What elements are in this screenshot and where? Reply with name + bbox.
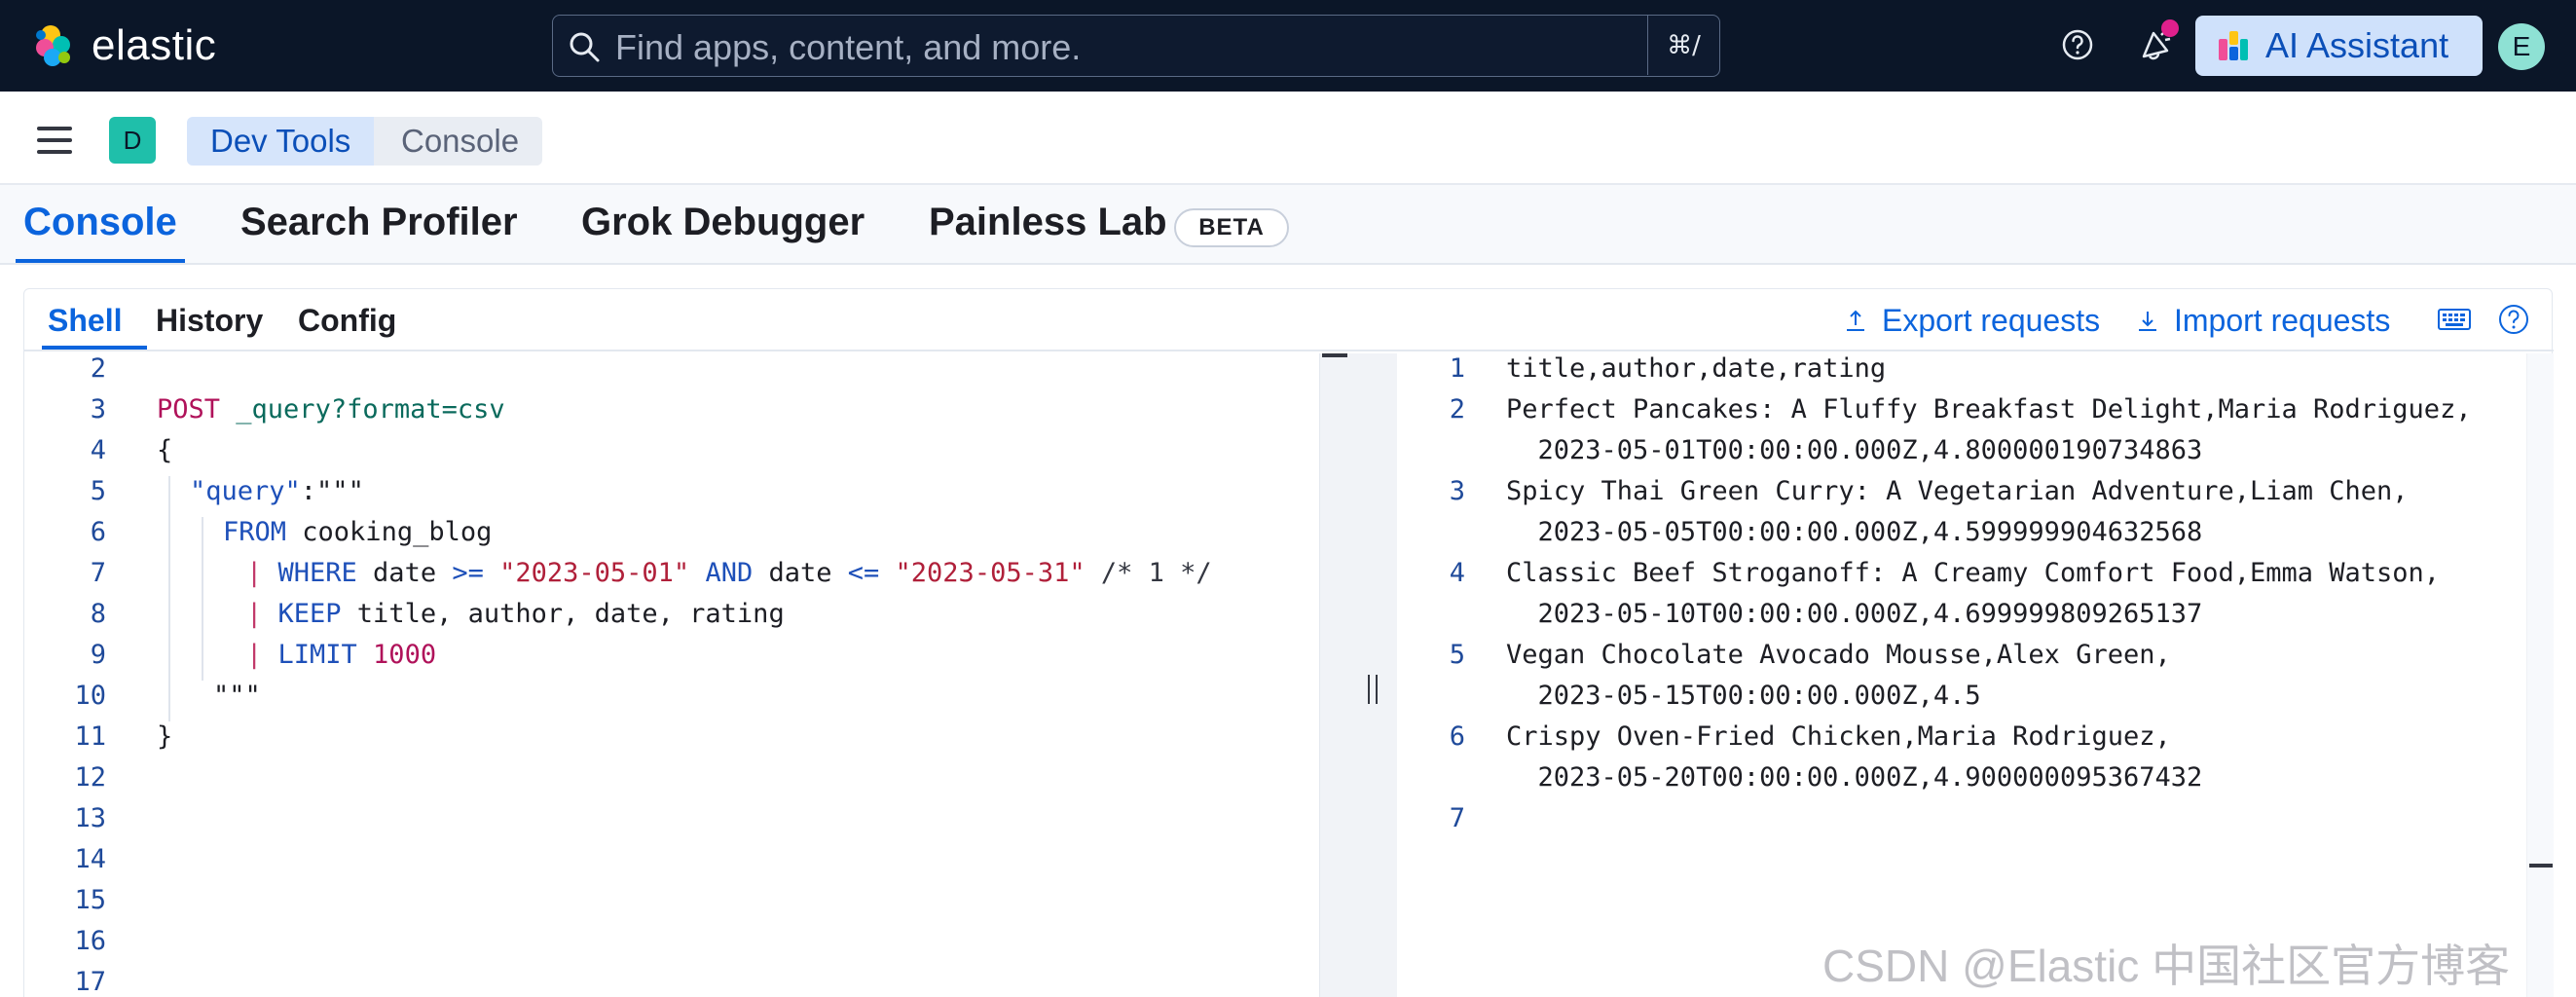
tab-shell[interactable]: Shell <box>48 303 122 339</box>
indent-guide <box>202 517 203 681</box>
notification-dot <box>2161 19 2179 37</box>
code-line: FROM cooking_blog <box>223 517 493 547</box>
line-number: 8 <box>90 599 106 629</box>
output-line-number: 2 <box>1449 394 1465 425</box>
search-shortcut: ⌘/ <box>1647 16 1719 75</box>
editor-scroll-thumb[interactable] <box>1322 353 1347 357</box>
keyboard-shortcuts-icon[interactable] <box>2437 303 2472 336</box>
resize-handle-icon[interactable] <box>1368 675 1378 704</box>
editor-scrollbar[interactable] <box>1319 353 1348 997</box>
output-row: 2023-05-05T00:00:00.000Z,4.5999999046325… <box>1506 517 2203 547</box>
ai-assistant-label: AI Assistant <box>2265 25 2449 65</box>
line-number: 12 <box>74 762 106 793</box>
active-tab-indicator <box>16 259 185 263</box>
dev-tools-tabs: Console Search Profiler Grok Debugger Pa… <box>0 185 2576 265</box>
import-icon <box>2139 311 2156 331</box>
output-line-number: 4 <box>1449 558 1465 588</box>
import-requests-label: Import requests <box>2174 303 2391 338</box>
line-number: 13 <box>74 803 106 833</box>
response-output: 1 2 3 4 5 6 7 title,author,date,rating P… <box>1397 353 2526 997</box>
line-number: 17 <box>74 967 106 997</box>
output-line-number: 1 <box>1449 353 1465 384</box>
output-row: Spicy Thai Green Curry: A Vegetarian Adv… <box>1506 476 2409 506</box>
line-number: 4 <box>90 435 106 465</box>
output-line-number: 3 <box>1449 476 1465 506</box>
code-line: """ <box>213 681 261 711</box>
export-icon <box>1847 310 1864 331</box>
elastic-logo-icon <box>36 25 70 66</box>
search-icon <box>570 32 600 62</box>
output-row: Classic Beef Stroganoff: A Creamy Comfor… <box>1506 558 2441 588</box>
tab-console[interactable]: Console <box>23 201 177 244</box>
tab-painless-lab[interactable]: Painless Lab <box>929 201 1167 244</box>
indent-guide <box>168 476 170 721</box>
help-icon[interactable] <box>2058 25 2097 64</box>
top-header: elastic Find apps, content, and more. ⌘/… <box>0 0 2576 92</box>
beta-badge: BETA <box>1174 208 1289 247</box>
output-line-number: 7 <box>1449 803 1465 833</box>
line-number: 7 <box>90 558 106 588</box>
user-avatar[interactable]: E <box>2498 23 2545 70</box>
line-number: 11 <box>74 721 106 752</box>
code-line: { <box>157 435 173 465</box>
request-editor[interactable]: 2 3 4 5 6 7 8 9 10 11 12 13 14 15 16 17 … <box>24 353 1319 997</box>
output-row: 2023-05-01T00:00:00.000Z,4.8000001907348… <box>1506 435 2203 465</box>
code-line: POST _query?format=csv <box>157 394 505 425</box>
line-number: 2 <box>90 353 106 384</box>
output-row: 2023-05-20T00:00:00.000Z,4.9000000953674… <box>1506 762 2203 793</box>
breadcrumb-bar: D Dev Tools Console <box>0 92 2576 185</box>
console-panel: Shell History Config Export requests Imp… <box>23 288 2554 997</box>
line-number: 9 <box>90 640 106 670</box>
ai-assistant-button[interactable]: AI Assistant <box>2195 16 2483 76</box>
output-scrollbar[interactable] <box>2526 353 2554 997</box>
code-line: | LIMIT 1000 <box>246 640 437 670</box>
output-row: 2023-05-15T00:00:00.000Z,4.5 <box>1506 681 1981 711</box>
active-subtab-indicator <box>42 346 147 350</box>
export-requests-label: Export requests <box>1882 303 2101 338</box>
output-row: Perfect Pancakes: A Fluffy Breakfast Del… <box>1506 394 2472 425</box>
editor-gutter: 2 3 4 5 6 7 8 9 10 11 12 13 14 15 16 17 <box>24 353 131 997</box>
line-number: 6 <box>90 517 106 547</box>
output-row: title,author,date,rating <box>1506 353 1887 384</box>
breadcrumb-dev-tools[interactable]: Dev Tools <box>187 117 379 166</box>
output-row: Crispy Oven-Fried Chicken,Maria Rodrigue… <box>1506 721 2171 752</box>
code-line: | KEEP title, author, date, rating <box>246 599 785 629</box>
code-line: | WHERE date >= "2023-05-01" AND date <=… <box>246 558 1212 588</box>
tab-grok-debugger[interactable]: Grok Debugger <box>581 201 865 244</box>
global-search[interactable]: Find apps, content, and more. ⌘/ <box>552 15 1720 77</box>
output-line-number: 6 <box>1449 721 1465 752</box>
elastic-logo[interactable]: elastic <box>29 21 216 70</box>
line-number: 15 <box>74 885 106 915</box>
breadcrumb-console: Console <box>374 117 543 166</box>
output-line-number: 5 <box>1449 640 1465 670</box>
watermark: CSDN @Elastic 中国社区官方博客 <box>1822 941 2511 991</box>
code-line: } <box>157 721 173 752</box>
console-help-icon[interactable] <box>2497 303 2530 336</box>
output-row: 2023-05-10T00:00:00.000Z,4.6999998092651… <box>1506 599 2203 629</box>
ai-assistant-icon <box>2219 31 2248 60</box>
export-requests-button[interactable]: Export requests <box>1843 303 2100 339</box>
tab-search-profiler[interactable]: Search Profiler <box>240 201 518 244</box>
line-number: 5 <box>90 476 106 506</box>
tab-config[interactable]: Config <box>298 303 396 339</box>
line-number: 14 <box>74 844 106 874</box>
tab-history[interactable]: History <box>156 303 263 339</box>
pane-resizer[interactable] <box>1348 353 1397 997</box>
line-number: 16 <box>74 926 106 956</box>
line-number: 3 <box>90 394 106 425</box>
code-line: "query":""" <box>190 476 364 506</box>
search-placeholder: Find apps, content, and more. <box>615 27 1082 67</box>
import-requests-button[interactable]: Import requests <box>2135 303 2390 339</box>
line-number: 10 <box>74 681 106 711</box>
output-scroll-thumb[interactable] <box>2529 864 2553 868</box>
brand-name: elastic <box>92 21 217 69</box>
menu-toggle-icon[interactable] <box>37 127 72 154</box>
space-avatar[interactable]: D <box>109 117 156 164</box>
console-subtabs: Shell History Config Export requests Imp… <box>24 289 2554 351</box>
output-row: Vegan Chocolate Avocado Mousse,Alex Gree… <box>1506 640 2171 670</box>
